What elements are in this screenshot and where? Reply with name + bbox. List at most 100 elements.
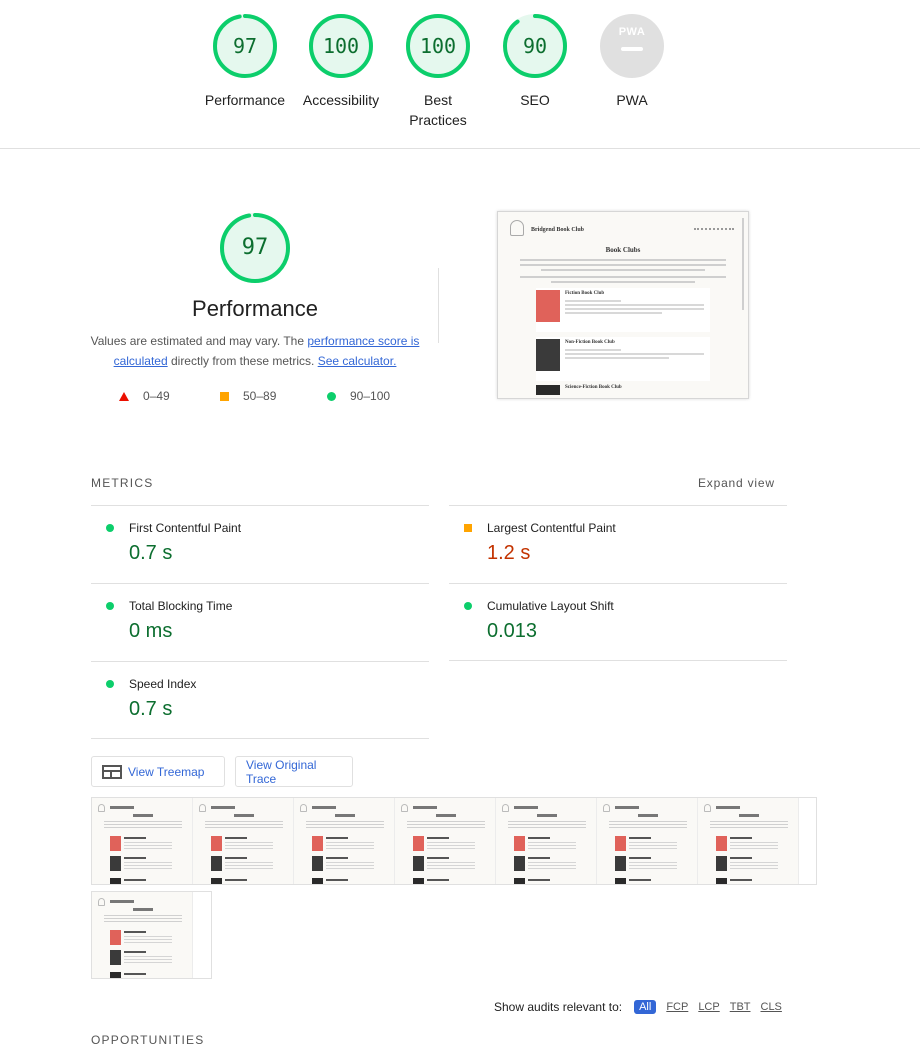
filter-chip-lcp[interactable]: LCP [698,1001,719,1013]
view-treemap-button[interactable]: View Treemap [91,756,225,787]
gauge-score: 100 [322,34,360,58]
metric-divider [449,660,787,661]
legend-fail-label: 0–49 [143,389,170,403]
gauge-label: SEO [520,92,550,108]
filmstrip-frame [395,798,496,884]
metrics-heading: METRICS [91,476,154,490]
performance-score: 97 [241,235,269,260]
gauge-label: Performance [204,92,286,108]
pass-circle-icon [106,602,114,610]
metric-divider [91,738,429,739]
metric-value: 0.7 s [129,542,173,564]
book-cover-image [536,385,560,395]
pwa-dash [621,47,643,51]
screenshot-card: Science-Fiction Book Club [536,385,710,395]
filmstrip-frame [294,798,395,884]
legend-pass: 90–100 [327,389,390,403]
performance-score-gauge: 97 [218,211,292,285]
summary-divider [438,268,439,343]
filmstrip-frame [92,798,193,884]
filmstrip [91,797,817,885]
metric-name: Total Blocking Time [129,599,233,613]
filmstrip-frame [698,798,799,884]
gauge-ring: 100 [307,12,375,80]
site-logo-icon [510,220,524,236]
gauge-score: 100 [419,34,457,58]
gauge-ring: 100 [404,12,472,80]
legend-average-label: 50–89 [243,389,277,403]
filter-chip-tbt[interactable]: TBT [730,1001,751,1013]
metric-name: Largest Contentful Paint [487,521,616,535]
filter-chip-fcp[interactable]: FCP [666,1001,688,1013]
score-gauge-pwa[interactable]: PWA PWA [584,12,680,110]
filmstrip-frame [496,798,597,884]
filmstrip-frame [597,798,698,884]
expand-view-toggle[interactable]: Expand view [698,476,775,490]
gauge-ring: 90 [501,12,569,80]
metric-value: 0 ms [129,620,173,642]
metric-name: First Contentful Paint [129,521,242,535]
legend-fail: 0–49 [119,389,170,403]
book-cover-image [536,339,560,371]
metric-first-contentful-paint: First Contentful Paint 0.7 s [91,505,429,583]
screenshot-page-title: Book Clubs [605,246,641,254]
filmstrip-frame [92,892,193,978]
metric-largest-contentful-paint: Largest Contentful Paint 1.2 s [449,505,787,583]
score-gauge-seo[interactable]: 90 SEO [487,12,583,110]
audit-filter-bar: Show audits relevant to: All FCP LCP TBT… [494,1000,782,1014]
view-original-trace-button[interactable]: View Original Trace [235,756,353,787]
screenshot-scrollbar [742,218,744,310]
average-square-icon [464,524,472,532]
screenshot-card: Fiction Book Club [536,288,710,332]
see-calculator-link[interactable]: See calculator. [318,354,397,368]
gauge-label: PWA [616,92,648,108]
final-screenshot[interactable]: Bridgend Book Club Book Clubs Fiction Bo… [497,211,749,399]
filmstrip-frame [193,798,294,884]
performance-description: Values are estimated and may vary. The p… [86,331,424,371]
view-original-trace-label: View Original Trace [246,757,317,786]
pass-circle-icon [464,602,472,610]
gauge-ring: 97 [211,12,279,80]
legend-pass-label: 90–100 [350,389,391,403]
screenshot-card-title: Fiction Book Club [565,291,605,296]
metric-value: 1.2 s [487,542,531,564]
opportunities-heading: OPPORTUNITIES [91,1033,205,1047]
filmstrip [91,891,212,979]
gauge-score: 90 [522,34,548,58]
metric-total-blocking-time: Total Blocking Time 0 ms [91,583,429,661]
view-treemap-label: View Treemap [128,764,205,779]
screenshot-intro-text [520,259,726,283]
metric-speed-index: Speed Index 0.7 s [91,661,429,739]
gauge-score: 97 [232,34,258,58]
pass-circle-icon [106,524,114,532]
square-icon [220,391,229,401]
legend-average: 50–89 [220,389,276,403]
metric-value: 0.013 [487,620,538,642]
filter-label: Show audits relevant to: [494,1000,623,1014]
screenshot-site-name: Bridgend Book Club [531,227,585,233]
desc-text: Values are estimated and may vary. The [90,334,308,348]
screenshot-nav-links [694,228,734,230]
metric-value: 0.7 s [129,698,173,720]
pwa-badge-text: PWA [618,26,646,38]
book-cover-image [536,290,560,322]
filter-chip-all[interactable]: All [634,1000,657,1014]
pass-circle-icon [106,680,114,688]
screenshot-nav: Bridgend Book Club [498,212,748,240]
metric-name: Speed Index [129,677,197,691]
pwa-badge-icon: PWA [600,14,664,78]
gauge-label: Best Practices [409,92,467,128]
screenshot-card-title: Science-Fiction Book Club [565,385,622,390]
circle-icon [327,391,336,401]
score-gauge-performance[interactable]: 97 Performance [197,12,293,110]
filter-chip-cls[interactable]: CLS [761,1001,782,1013]
treemap-icon [102,764,122,779]
metric-cumulative-layout-shift: Cumulative Layout Shift 0.013 [449,583,787,661]
score-gauge-best-practices[interactable]: 100 Best Practices [390,12,486,130]
score-gauge-accessibility[interactable]: 100 Accessibility [293,12,389,110]
desc-text: directly from these metrics. [167,354,318,368]
performance-title: Performance [192,296,318,321]
triangle-icon [119,391,129,401]
screenshot-card: Non-Fiction Book Club [536,337,710,381]
gauge-label: Accessibility [302,92,380,108]
